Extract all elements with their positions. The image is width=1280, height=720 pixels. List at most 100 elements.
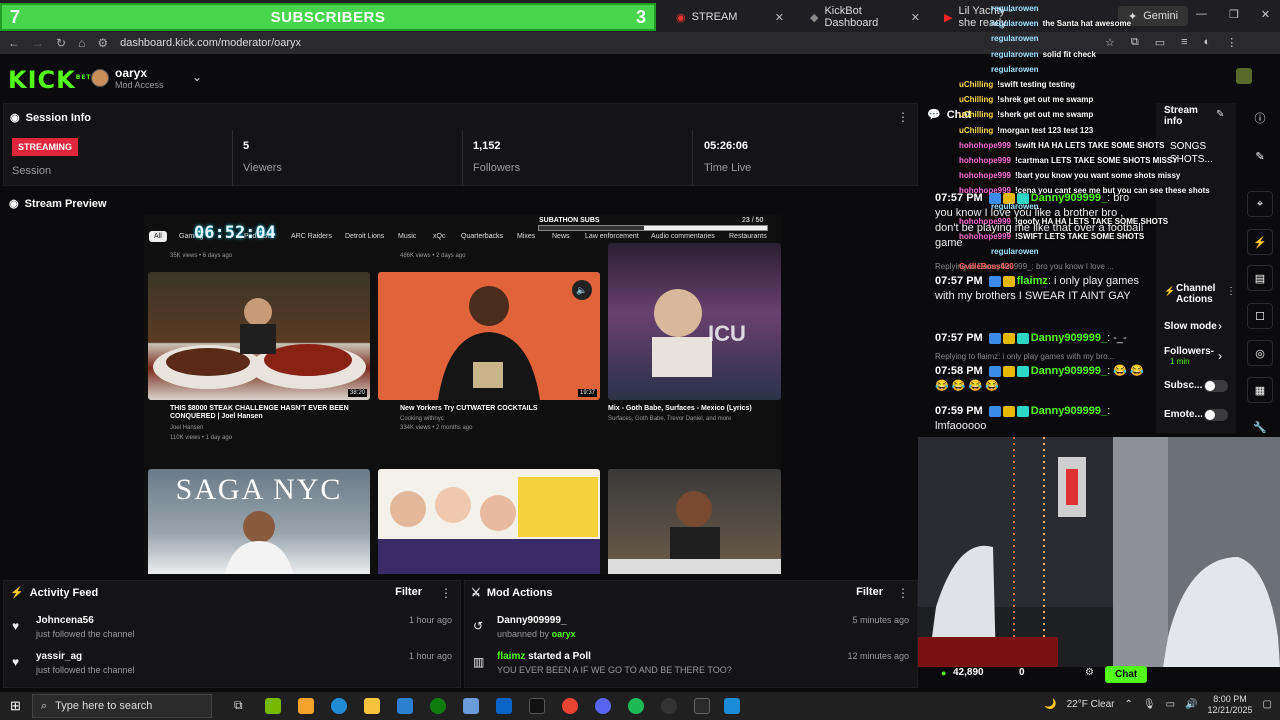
stream-video-player[interactable]: All Gaming Podcasts ARC Raiders Detroit … [144,215,781,574]
minimize-icon[interactable]: — [1196,8,1207,21]
filter-button[interactable]: Filter [856,586,883,598]
edge-icon[interactable] [331,698,347,714]
chat-username[interactable]: Danny909999_ [1031,192,1107,204]
back-icon[interactable]: ← [8,36,20,50]
tab-kickbot[interactable]: ◆ KickBot Dashboard ✕ [800,4,930,30]
filter-chip[interactable]: Audio commentaries [646,231,720,242]
maximize-icon[interactable]: ❐ [1229,8,1239,21]
gear-icon[interactable]: ⚙ [1085,667,1094,678]
chevron-up-icon[interactable]: ⌃ [1125,699,1133,710]
tiktok-icon[interactable] [529,698,545,714]
microphone-icon[interactable]: 🎙 [1143,699,1156,710]
filter-chip[interactable]: Quarterbacks [456,231,508,242]
forward-icon[interactable]: → [32,36,44,50]
filter-chip[interactable]: All [149,231,167,242]
clock[interactable]: 8:00 PM 12/21/2025 [1208,694,1253,716]
chat-username[interactable]: Danny909999_ [1031,365,1107,377]
volume-icon[interactable]: 🔊 [1185,699,1197,710]
profile-icon[interactable]: ◐ [1204,36,1211,49]
spotify-icon[interactable] [628,698,644,714]
media-control-icon[interactable]: ≡ [1181,36,1187,49]
chrome-icon[interactable] [562,698,578,714]
windows-start-icon[interactable]: ⊞ [10,698,21,714]
outlook-icon[interactable] [496,698,512,714]
activity-username[interactable]: yassir_ag [36,651,82,662]
setting-emote-only[interactable]: Emote... [1164,409,1203,420]
site-info-icon[interactable]: ⚙ [97,36,108,50]
epic-games-icon[interactable] [694,698,710,714]
tab-gemini[interactable]: ✦ Gemini [1118,6,1188,26]
video-channel[interactable]: Cooking withnyc [400,416,444,424]
xbox-icon[interactable] [430,698,446,714]
video-thumbnail-saga-nyc[interactable]: SAGA NYC [148,469,370,574]
nvidia-icon[interactable] [265,698,281,714]
filter-chip[interactable]: Detroit Lions [340,231,389,242]
chat-username[interactable]: flaimz [1017,275,1048,287]
kick-logo[interactable]: KICKBETA [8,66,97,94]
tab-stream[interactable]: ◉ STREAM ✕ [666,4,794,30]
poll-creator[interactable]: flaimz [497,651,525,662]
filter-chip[interactable]: Music [393,231,421,242]
lightning-icon[interactable]: ⚡ [1247,229,1273,255]
tab-youtube[interactable]: ▶ Lil Yachty - she ready [934,4,1034,30]
filter-chip[interactable]: News [547,231,575,242]
video-thumbnail-stream-mix[interactable]: ICU [608,243,781,400]
photos-icon[interactable] [463,698,479,714]
mod-action-moderator[interactable]: oaryx [552,629,576,639]
notification-icon[interactable]: ▢ [1263,699,1272,710]
activity-username[interactable]: Johncena56 [36,615,94,626]
video-thumbnail-restaurant[interactable] [608,469,781,574]
chat-username[interactable]: Danny909999_ [1031,332,1107,344]
bookmark-star-icon[interactable]: ☆ [1105,36,1115,49]
document-icon[interactable]: ▤ [1247,265,1273,291]
chevron-right-icon[interactable]: › [1218,349,1222,363]
video-thumbnail-steak[interactable]: 38:20 [148,272,370,400]
chevron-right-icon[interactable]: › [1218,319,1222,333]
chat-username[interactable]: Danny909999_ [1031,405,1107,417]
extensions-icon[interactable]: ⧉ [1131,36,1139,49]
video-title[interactable]: New Yorkers Try CUTWATER COCKTAILS [400,405,600,413]
info-icon[interactable]: ⓘ [1247,105,1273,131]
filter-button[interactable]: Filter [395,586,422,598]
filter-chip[interactable]: Mixes [512,231,540,242]
video-title[interactable]: Mix - Goth Babe, Surfaces - Mexico (Lyri… [608,405,778,413]
send-chat-button[interactable]: Chat [1105,666,1148,683]
user-avatar-icon[interactable] [1236,68,1252,84]
reload-icon[interactable]: ↻ [56,36,66,50]
mute-icon[interactable]: 🔈 [572,280,592,300]
video-channel[interactable]: Joel Hansen [170,425,203,433]
file-explorer-icon[interactable] [364,698,380,714]
more-options-icon[interactable]: ⋮ [897,586,909,600]
subscribers-only-toggle[interactable] [1204,380,1228,392]
filter-chip[interactable]: Law enforcement [580,231,644,242]
video-title[interactable]: THIS $8000 STEAK CHALLENGE HASN'T EVER B… [170,405,370,422]
app-icon[interactable] [724,698,740,714]
setting-slow-mode[interactable]: Slow mode [1164,321,1217,332]
discord-icon[interactable] [595,698,611,714]
filter-chip[interactable]: Restaurants [724,231,772,242]
layout-icon[interactable]: ▦ [1247,377,1273,403]
task-view-icon[interactable]: ⧉ [234,698,243,713]
video-thumbnail-spongebob[interactable] [378,469,600,574]
app-icon[interactable] [298,698,314,714]
filter-chip[interactable]: ARC Raiders [286,231,337,242]
screen-capture-icon[interactable]: ⌖ [1247,191,1273,217]
setting-followers-only[interactable]: Followers- [1164,346,1214,357]
more-options-icon[interactable]: ⋮ [897,110,909,124]
obs-icon[interactable] [661,698,677,714]
split-screen-icon[interactable]: ▭ [1155,36,1165,49]
edit-pencil-icon[interactable]: ✎ [1216,109,1224,120]
url-field[interactable]: dashboard.kick.com/moderator/oaryx [120,37,301,49]
mod-action-target[interactable]: Danny909999_ [497,615,567,626]
filter-chip[interactable]: xQc [428,231,450,242]
close-tab-icon[interactable]: ✕ [775,11,784,24]
close-tab-icon[interactable]: ✕ [911,11,920,24]
browser-menu-icon[interactable]: ⋮ [1226,36,1237,49]
chat-icon[interactable]: ☐ [1247,303,1273,329]
weather-text[interactable]: 22°F Clear [1067,699,1115,710]
chevron-down-icon[interactable]: ⌄ [192,70,202,84]
more-options-icon[interactable]: ⋮ [1226,286,1236,297]
close-window-icon[interactable]: ✕ [1261,8,1270,21]
store-icon[interactable] [397,698,413,714]
more-options-icon[interactable]: ⋮ [440,586,452,600]
